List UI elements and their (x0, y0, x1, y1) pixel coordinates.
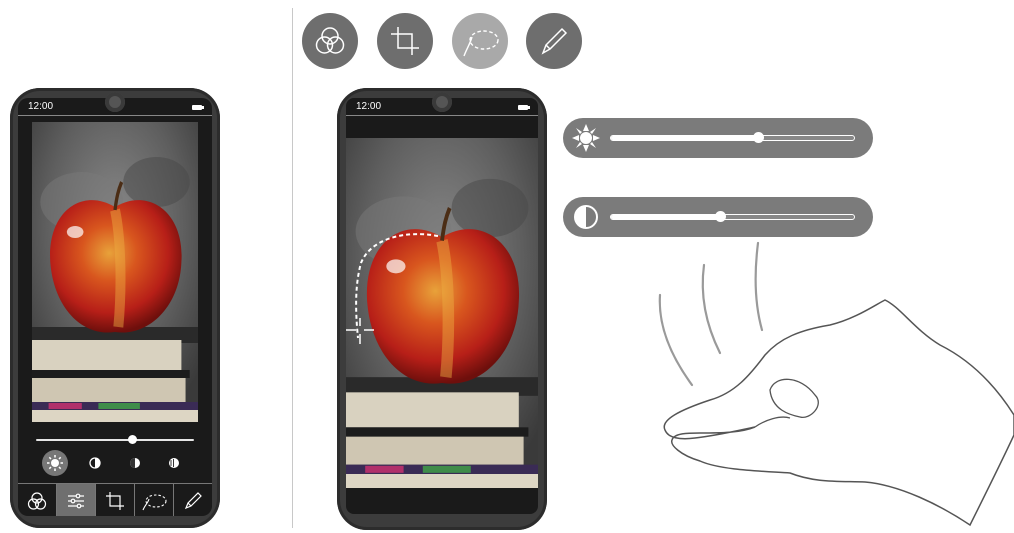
filters-icon (27, 491, 47, 510)
brush-tool-button[interactable] (174, 484, 212, 516)
battery-icon (192, 105, 204, 110)
top-crop-button[interactable] (377, 13, 433, 69)
status-separator (346, 115, 538, 116)
contrast-slider-fill (611, 215, 721, 219)
contrast-mode-icon[interactable] (85, 453, 105, 473)
right-phone: 12:00 (337, 88, 547, 530)
brightness-mode-icon[interactable] (42, 450, 68, 476)
brightness-slider-fill (611, 136, 759, 140)
filters-icon (315, 27, 345, 54)
crop-tool-button[interactable] (96, 484, 135, 516)
contrast-adjust-pill[interactable] (563, 197, 873, 237)
brightness-slider-track[interactable] (610, 132, 855, 143)
battery-icon (518, 105, 530, 110)
adjust-slider-handle[interactable] (128, 435, 137, 444)
status-time: 12:00 (356, 101, 382, 112)
pinch-gesture-hand-illustration (658, 241, 1014, 527)
photo-preview (32, 122, 198, 422)
hand-icon (663, 299, 1014, 527)
brightness-slider-handle[interactable] (753, 132, 764, 143)
right-phone-screen: 12:00 (346, 98, 538, 514)
adjust-tool-button[interactable] (57, 484, 96, 516)
brightness-adjust-pill[interactable] (563, 118, 873, 158)
sliders-icon (68, 493, 84, 508)
contrast-slider-handle[interactable] (715, 211, 726, 222)
filters-tool-button[interactable] (18, 484, 57, 516)
brightness-icon (572, 124, 600, 152)
shadows-mode-icon[interactable] (125, 453, 145, 473)
crop-icon (106, 491, 124, 510)
top-selection-button[interactable] (452, 13, 508, 69)
front-camera (432, 92, 452, 112)
contrast-slider-track[interactable] (610, 211, 855, 222)
bottom-toolbar (18, 483, 212, 516)
top-filters-button[interactable] (302, 13, 358, 69)
brush-icon (184, 491, 202, 509)
section-divider (292, 8, 293, 528)
status-separator (18, 115, 212, 116)
front-camera (105, 92, 125, 112)
contrast-icon (574, 205, 598, 229)
photo-canvas[interactable] (346, 138, 538, 488)
crop-icon (391, 27, 419, 55)
left-phone: 12:00 (10, 88, 220, 528)
adjust-slider-track[interactable] (36, 439, 194, 441)
lasso-icon (463, 30, 499, 57)
brush-icon (541, 27, 568, 55)
highlights-mode-icon[interactable] (164, 453, 184, 473)
status-time: 12:00 (28, 101, 54, 112)
left-phone-screen: 12:00 (18, 98, 212, 516)
selection-tool-button[interactable] (135, 484, 174, 516)
top-brush-button[interactable] (526, 13, 582, 69)
selection-outline (346, 233, 439, 344)
lasso-icon (142, 493, 167, 510)
